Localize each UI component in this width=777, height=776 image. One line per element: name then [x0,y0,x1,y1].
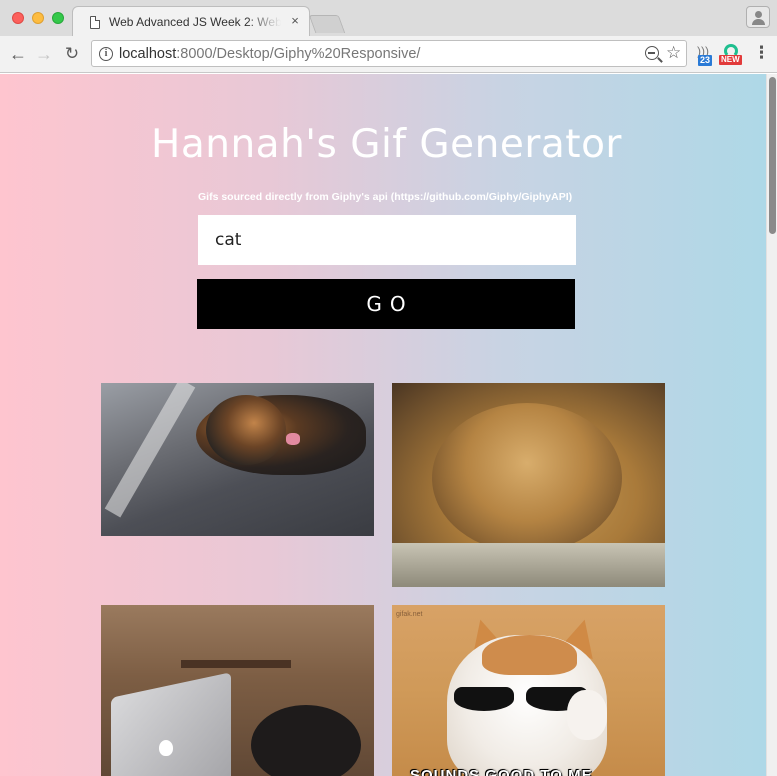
window-close-button[interactable] [12,12,24,24]
shelf [181,660,291,668]
cat-head [206,395,286,465]
vertical-scrollbar[interactable] [766,74,777,776]
rss-extension-icon[interactable]: ))) 23 [695,44,715,66]
back-button[interactable]: ← [8,44,28,64]
grammarly-extension-icon[interactable]: NEW [719,44,745,66]
scrollbar-thumb[interactable] [769,77,776,234]
search-input[interactable] [198,215,576,265]
browser-tab[interactable]: Web Advanced JS Week 2: Web Advanced JS … [72,6,310,36]
tab-title: Web Advanced JS Week 2: Web Advanced JS … [109,15,281,29]
go-button[interactable]: GO [197,279,575,329]
carpet-stripe [104,383,196,518]
black-cat [251,705,361,776]
gif-result-3[interactable] [101,605,374,776]
cat-tongue [286,433,300,445]
page-title: Hannah's Gif Generator [151,122,622,167]
page-viewport: Hannah's Gif Generator Gifs sourced dire… [0,74,766,776]
profile-icon[interactable] [746,6,770,28]
cat-paw [567,690,607,740]
info-icon[interactable]: i [99,47,113,61]
gif-caption: SOUNDS GOOD TO ME [410,767,593,776]
blanket [392,543,665,587]
tab-close-icon[interactable]: × [287,13,303,29]
window-minimize-button[interactable] [32,12,44,24]
reload-button[interactable]: ↻ [62,44,82,64]
laptop [111,672,231,776]
browser-menu-icon[interactable]: ⋮ [753,44,770,64]
browser-chrome: Web Advanced JS Week 2: Web Advanced JS … [0,0,777,73]
gif-result-1[interactable] [101,383,374,536]
cat-fluff [432,403,622,553]
zoom-out-icon[interactable] [645,46,659,60]
url-host: localhost [119,46,177,62]
page-subtitle: Gifs sourced directly from Giphy's api (… [198,191,573,203]
gif-watermark: gifak.net [396,611,423,618]
apple-logo-icon [159,740,173,756]
new-badge: NEW [719,55,742,65]
forward-button[interactable]: → [34,44,54,64]
window-maximize-button[interactable] [52,12,64,24]
gif-result-4[interactable]: gifak.net SOUNDS GOOD TO ME [392,605,665,776]
rss-badge: 23 [698,55,713,66]
document-icon [90,16,100,29]
tab-strip: Web Advanced JS Week 2: Web Advanced JS … [0,0,777,36]
url-text[interactable]: localhost:8000/Desktop/Giphy%20Responsiv… [119,46,420,62]
address-bar[interactable]: i localhost:8000/Desktop/Giphy%20Respons… [91,40,687,67]
gif-result-2[interactable] [392,383,665,587]
url-path: :8000/Desktop/Giphy%20Responsive/ [176,46,421,62]
new-tab-button[interactable] [308,15,346,33]
cat-orange-patch [482,635,577,675]
bookmark-star-icon[interactable]: ☆ [666,43,681,63]
